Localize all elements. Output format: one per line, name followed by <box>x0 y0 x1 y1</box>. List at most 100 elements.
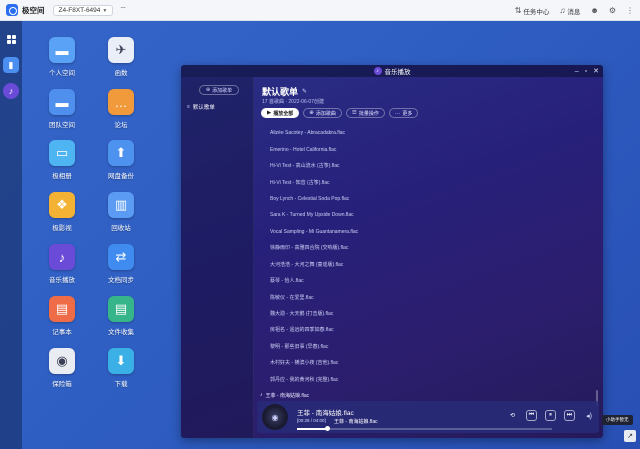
edit-icon[interactable]: ✎ <box>302 88 307 95</box>
track-row[interactable]: 蔡琴 - 恰人.flac <box>254 273 603 289</box>
window-titlebar[interactable]: ♪ 音乐播放 – ▫ ✕ <box>181 65 603 77</box>
track-row[interactable]: 陈敏仪 - 在爱里.flac <box>254 289 603 305</box>
file-collect-icon: ▤ <box>108 296 134 322</box>
track-row[interactable]: 徐静雨印 - 高雅四合院 (交响版).flac <box>254 240 603 256</box>
track-row[interactable]: 魏大勋 - 大天鹅 (打击版).flac <box>254 305 603 321</box>
create-playlist-label: 添加歌单 <box>212 87 233 94</box>
track-title: Hi-Vi Test - 高山流水 (古筝).flac <box>270 163 340 170</box>
music-icon: ♪ <box>8 86 14 96</box>
minimize-icon[interactable]: – <box>575 68 579 75</box>
album-cover[interactable]: ◉ <box>262 404 288 430</box>
desktop-icon-music[interactable]: ♪ 音乐播放 <box>32 244 92 284</box>
chat-icon: … <box>108 89 134 115</box>
progress-bar[interactable] <box>297 426 552 431</box>
add-music-button[interactable]: ⊕ 添加歌曲 <box>303 108 342 118</box>
track-row[interactable]: 郭丹应 - 我的黄河秋 (完整).flac <box>254 371 603 387</box>
playlist-sidebar: ⊕ 添加歌单 ≡ 默认歌单 <box>181 77 254 438</box>
desktop-icon-label: 文件收集 <box>108 329 134 336</box>
plus-icon: ⊕ <box>205 87 211 93</box>
safe-icon: ◉ <box>49 348 75 374</box>
desktop-icon-safe-box[interactable]: ◉ 保险箱 <box>32 348 92 388</box>
messages-button[interactable]: ♫ 消息 <box>559 6 580 16</box>
desktop-icon-personal-space[interactable]: ▬ 个人空间 <box>32 37 92 77</box>
track-row[interactable]: Vocal Sampling - Mi Guantanamera.flac <box>254 223 603 239</box>
track-title: Hi-Vi Test - 知音 (古筝).flac <box>270 179 330 186</box>
menu-icon[interactable]: ⋮ <box>626 6 634 15</box>
folder-icon: ▮ <box>8 59 14 70</box>
now-playing-bar: ◉ 王菲 - 南海姑娘.flac [00:28 / 04:00] 王菲 - 南海… <box>257 401 599 433</box>
sidebar-item-default-playlist[interactable]: ≡ 默认歌单 <box>187 103 215 111</box>
track-row[interactable]: 木村好夫 - 横滨小夜 (吉他).flac <box>254 354 603 370</box>
desktop-icon-notes[interactable]: ▤ 记事本 <box>32 296 92 336</box>
device-selector[interactable]: Z4-F8XT-6494 ▼ <box>52 4 114 16</box>
user-icon[interactable]: ☻ <box>590 6 598 15</box>
gear-icon[interactable]: ⚙ <box>609 6 616 15</box>
desktop-icon-backup[interactable]: ⬆ 网盘备份 <box>91 140 151 180</box>
brand-name: 极空间 <box>22 5 45 15</box>
playlist-meta: 17 首歌曲 · 2022-06-07创建 <box>262 99 324 105</box>
track-row[interactable]: Emerino - Hotel California.flac <box>254 141 603 157</box>
track-row[interactable]: Sara K - Turned My Upside Down.flac <box>254 207 603 223</box>
desktop-icon-recycle[interactable]: ▥ 回收站 <box>91 192 151 232</box>
pause-icon[interactable]: ⏸ <box>545 410 556 421</box>
close-icon[interactable]: ✕ <box>593 67 599 75</box>
app-grid-button[interactable] <box>3 31 19 47</box>
progress-handle[interactable] <box>325 426 331 431</box>
desktop-icon-team-space[interactable]: ▬ 团队空间 <box>32 89 92 129</box>
desktop-icon-download[interactable]: ⬇ 下载 <box>91 348 151 388</box>
expand-icon: ↗ <box>627 433 633 440</box>
track-row[interactable]: 房祖名 - 遥远的四季如春.flac <box>254 322 603 338</box>
bulk-edit-label: 批量操作 <box>358 110 379 117</box>
left-dock: ▮ ♪ <box>0 21 22 449</box>
dock-music-button[interactable]: ♪ <box>3 83 19 99</box>
bulk-edit-button[interactable]: ☰ 批量操作 <box>345 108 385 118</box>
desktop-icon-file-sync[interactable]: ⇄ 文档同步 <box>91 244 151 284</box>
assistant-tooltip: 小助手暂无 <box>602 415 633 425</box>
track-title: 陈敏仪 - 在爱里.flac <box>270 294 314 301</box>
track-title: Sara K - Turned My Upside Down.flac <box>270 212 354 219</box>
desktop-icon-albums[interactable]: ✈ 函数 <box>91 37 151 77</box>
task-center-label: 任务中心 <box>523 8 550 16</box>
now-playing-subtitle: 王菲 - 南海姑娘.flac <box>334 419 378 425</box>
corner-expand-button[interactable]: ↗ <box>624 430 636 442</box>
cloud-upload-icon: ⬆ <box>108 140 134 166</box>
dock-files-button[interactable]: ▮ <box>3 57 19 73</box>
desktop-icon-video[interactable]: ❖ 极影视 <box>32 192 92 232</box>
more-button[interactable]: … 更多 <box>388 108 419 118</box>
track-title: 房祖名 - 遥远的四季如春.flac <box>270 327 334 334</box>
desktop-icon-label: 文档同步 <box>108 277 134 284</box>
desktop-icon-label: 回收站 <box>111 225 131 232</box>
volume-icon[interactable]: ◂) <box>586 412 592 420</box>
disc-icon: ◉ <box>271 412 279 422</box>
track-row[interactable]: Boy Lynch - Celestial Soda Pop.flac <box>254 191 603 207</box>
maximize-icon[interactable]: ▫ <box>585 68 587 75</box>
track-title: Vocal Sampling - Mi Guantanamera.flac <box>270 228 359 235</box>
desktop-icon-label: 音乐播放 <box>49 277 75 284</box>
desktop-icon-photos[interactable]: ▭ 极相册 <box>32 140 92 180</box>
task-center-button[interactable]: ⇅ 任务中心 <box>515 6 550 16</box>
play-all-button[interactable]: ▶ 播放全部 <box>261 108 300 118</box>
playlist-title: 默认歌单 ✎ <box>262 85 307 98</box>
track-row[interactable]: Hi-Vi Test - 高山流水 (古筝).flac <box>254 158 603 174</box>
play-icon: ▶ <box>267 110 272 116</box>
track-title: 木村好夫 - 横滨小夜 (吉他).flac <box>270 360 339 367</box>
track-row[interactable]: Alizée Sacotey - Abracadabra.flac <box>254 125 603 141</box>
desktop-icon-label: 保险箱 <box>52 381 72 388</box>
add-music-label: 添加歌曲 <box>315 110 336 117</box>
next-icon[interactable]: ⏭ <box>564 410 575 421</box>
wifi-icon: ⌔ <box>119 5 127 14</box>
repeat-icon[interactable]: ⟲ <box>507 410 518 421</box>
desktop-icon-forum[interactable]: … 论坛 <box>91 89 151 129</box>
create-playlist-button[interactable]: ⊕ 添加歌单 <box>199 85 239 95</box>
bell-icon: ♫ <box>559 6 566 15</box>
track-title: 郭丹应 - 我的黄河秋 (完整).flac <box>270 376 339 383</box>
brand-logo-icon <box>6 4 18 16</box>
desktop-icon-label: 论坛 <box>114 122 128 129</box>
desktop-icon-file-collect[interactable]: ▤ 文件收集 <box>91 296 151 336</box>
track-row[interactable]: 黎明 - 那些旧事 (早春).flac <box>254 338 603 354</box>
track-row[interactable]: Hi-Vi Test - 知音 (古筝).flac <box>254 174 603 190</box>
desktop-icon-label: 记事本 <box>52 329 72 336</box>
previous-icon[interactable]: ⏮ <box>526 410 537 421</box>
track-list: Alizée Sacotey - Abracadabra.flac Emerino… <box>254 125 603 407</box>
track-row[interactable]: 大河浩浩 - 大河之舞 (童谣版).flac <box>254 256 603 272</box>
